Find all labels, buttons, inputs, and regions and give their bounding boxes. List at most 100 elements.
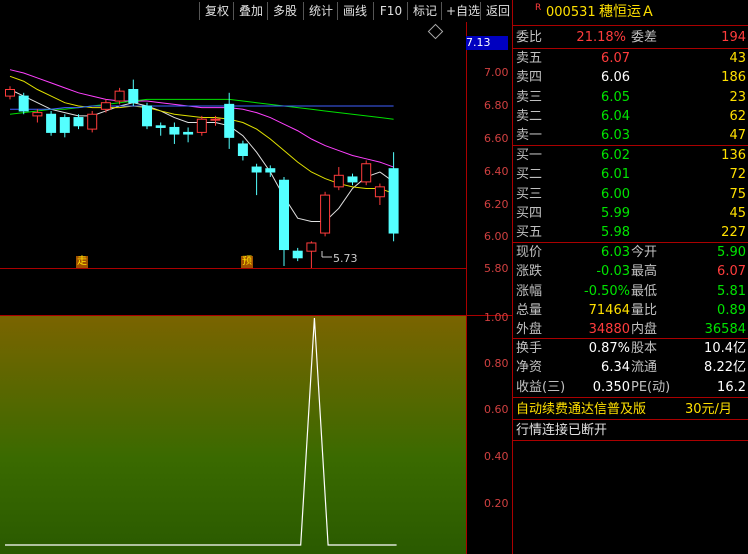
stat-label: 现价: [516, 245, 543, 260]
weibi-row: 委比 21.18% 委差 194: [516, 30, 746, 45]
price-tick: 6.20: [484, 198, 509, 211]
stat-row: 净资 6.34 流通 8.22亿: [513, 358, 748, 377]
candle: [46, 110, 57, 136]
statistics-button[interactable]: 统计: [303, 2, 338, 20]
stat-label: 量比: [631, 302, 658, 318]
connection-status: 行情连接已断开: [516, 423, 608, 438]
price-tick: 5.80: [484, 262, 509, 275]
quote-panel: R 000531 穗恒运Ａ 委比 21.18% 委差 194 卖五 6.07 43 卖…: [512, 0, 748, 554]
stat-label: 换手: [516, 341, 543, 356]
bid-price: 6.02: [601, 148, 630, 163]
stat-label: 收益(三): [516, 379, 566, 395]
stock-name: 穗恒运Ａ: [599, 4, 655, 20]
ask-level-5[interactable]: 卖一 6.03 47: [513, 126, 748, 145]
candle: [5, 86, 15, 100]
ask-price: 6.05: [601, 89, 630, 105]
back-button[interactable]: 返回: [480, 2, 515, 20]
candle: [224, 92, 235, 149]
stock-code: 000531: [546, 5, 596, 20]
stat-label: 涨幅: [516, 283, 543, 299]
current-price-tag: 7.13: [466, 36, 508, 50]
bid-label: 买五: [516, 225, 543, 241]
ask-price: 6.07: [601, 51, 630, 66]
add-watchlist-button[interactable]: +自选: [441, 2, 484, 20]
candle: [59, 114, 70, 138]
ask-label: 卖一: [516, 128, 543, 144]
stat-value: 10.4亿: [704, 341, 746, 356]
stat-label: 流通: [631, 360, 658, 376]
chart-toolbar: 复权 叠加 多股 统计 画线 F10 标记 +自选 返回: [0, 0, 512, 22]
ask-label: 卖四: [516, 70, 543, 86]
ask-level-1[interactable]: 卖五 6.07 43: [513, 49, 748, 68]
multi-stock-button[interactable]: 多股: [267, 2, 302, 20]
indicator-tick: 1.00: [484, 311, 509, 324]
bid-price: 5.98: [601, 225, 630, 241]
f10-button[interactable]: F10: [373, 2, 408, 20]
stat-label: 最低: [631, 283, 658, 299]
candle: [251, 163, 262, 196]
stat-value: 0.87%: [588, 341, 630, 356]
stat-label: 股本: [631, 341, 658, 356]
candle: [306, 241, 317, 268]
candle: [128, 79, 139, 106]
event-mark-left[interactable]: 走: [76, 256, 88, 268]
ask-label: 卖三: [516, 89, 543, 105]
ad-price[interactable]: 30元/月: [685, 400, 732, 419]
rzrq-marker: R: [535, 3, 542, 13]
stat-value: -0.03: [596, 264, 630, 280]
bid-level-5[interactable]: 买五 5.98 227: [513, 223, 748, 242]
bid-level-4[interactable]: 买四 5.99 45: [513, 204, 748, 223]
indicator-tick: 0.40: [484, 450, 509, 463]
event-mark-right[interactable]: 预: [241, 256, 253, 268]
stat-label: 外盘: [516, 322, 543, 338]
candle: [320, 191, 331, 237]
ask-level-2[interactable]: 卖四 6.06 186: [513, 68, 748, 87]
candle: [142, 102, 152, 130]
indicator-tick: 0.20: [484, 497, 509, 510]
stat-row: 收益(三) 0.350 PE(动) 16.2: [513, 378, 748, 397]
candle: [169, 122, 180, 144]
stat-label: 今开: [631, 245, 658, 260]
ad-text[interactable]: 自动续费通达信普及版: [516, 400, 646, 419]
bid-volume: 227: [721, 225, 746, 241]
bid-level-3[interactable]: 买三 6.00 75: [513, 185, 748, 204]
candle: [361, 160, 372, 186]
ask-level-3[interactable]: 卖三 6.05 23: [513, 88, 748, 107]
bid-price: 5.99: [601, 205, 630, 221]
indicator-chart[interactable]: [0, 316, 466, 554]
kline-chart[interactable]: 5.73: [0, 22, 466, 268]
indicator-tick: 0.80: [484, 357, 509, 370]
draw-line-button[interactable]: 画线: [337, 2, 372, 20]
mark-button[interactable]: 标记: [407, 2, 442, 20]
indicator-axis: 1.00 0.80 0.60 0.40 0.20: [466, 311, 512, 554]
ask-volume: 62: [729, 108, 746, 124]
bid-price: 6.00: [601, 186, 630, 202]
fuquan-button[interactable]: 复权: [199, 2, 234, 20]
bid-level-1[interactable]: 买一 6.02 136: [513, 146, 748, 165]
stat-label: PE(动): [631, 379, 671, 395]
stat-row: 涨跌 -0.03 最高 6.07: [513, 262, 748, 281]
bid-level-2[interactable]: 买二 6.01 72: [513, 165, 748, 184]
stat-label: 内盘: [631, 322, 658, 338]
overlay-button[interactable]: 叠加: [233, 2, 268, 20]
candle: [374, 183, 385, 205]
stat-row: 外盘 34880 内盘 36584: [513, 320, 748, 339]
chart-divider: [0, 268, 466, 269]
moving-average-lines: [9, 69, 394, 222]
ask-label: 卖五: [516, 51, 543, 66]
candle: [73, 114, 84, 130]
stat-value: -0.50%: [584, 283, 630, 299]
price-tick: 6.60: [484, 132, 509, 145]
ask-level-4[interactable]: 卖二 6.04 62: [513, 107, 748, 126]
ad-row[interactable]: 自动续费通达信普及版 30元/月: [513, 400, 748, 419]
ask-volume: 23: [729, 89, 746, 105]
stat-value: 0.89: [717, 302, 746, 318]
indicator-tick: 0.60: [484, 403, 509, 416]
candle: [333, 167, 344, 191]
stat-value: 71464: [588, 302, 630, 318]
low-price-label: 5.73: [333, 252, 358, 265]
bid-volume: 136: [721, 148, 746, 163]
stat-label: 最高: [631, 264, 658, 280]
ask-volume: 47: [729, 128, 746, 144]
stat-row: 涨幅 -0.50% 最低 5.81: [513, 282, 748, 301]
